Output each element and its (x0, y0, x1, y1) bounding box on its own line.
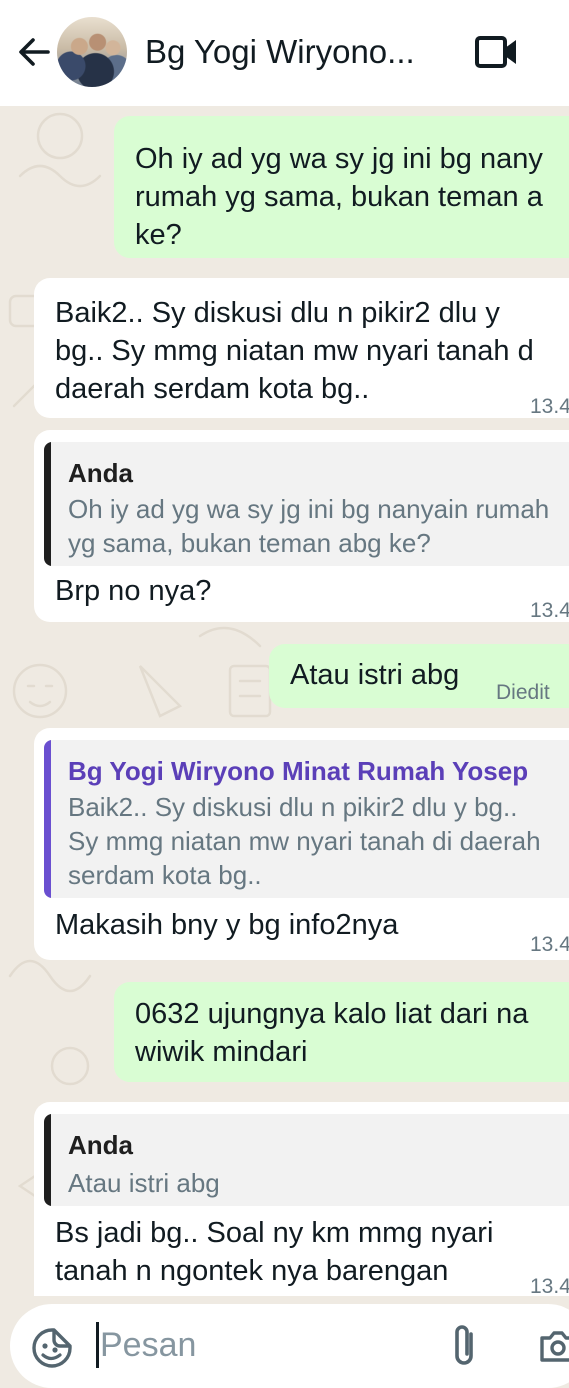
incoming-message[interactable]: Anda Oh iy ad yg wa sy jg ini bg nanyain… (34, 430, 569, 622)
edited-status: Diedit (496, 681, 550, 704)
quote-text: serdam kota bg.. (68, 860, 262, 890)
message-text: Baik2.. Sy diskusi dlu n pikir2 dlu y (55, 297, 500, 329)
quote-author: Anda (68, 458, 133, 488)
video-call-icon[interactable] (474, 34, 520, 70)
message-text: wiwik mindari (135, 1036, 308, 1068)
avatar[interactable] (57, 17, 127, 87)
back-arrow-icon[interactable] (14, 32, 54, 72)
message-text: 0632 ujungnya kalo liat dari na (135, 998, 529, 1030)
message-time: 13.4 (530, 395, 569, 418)
contact-name[interactable]: Bg Yogi Wiryono... (145, 30, 445, 74)
outgoing-message[interactable]: Oh iy ad yg wa sy jg ini bg nany rumah y… (114, 116, 569, 258)
quote-text: Sy mmg niatan mw nyari tanah di daerah (68, 826, 541, 856)
incoming-message[interactable]: Bg Yogi Wiryono Minat Rumah Yosep Baik2.… (34, 728, 569, 960)
incoming-message[interactable]: Baik2.. Sy diskusi dlu n pikir2 dlu y bg… (34, 278, 569, 418)
text-cursor (96, 1322, 99, 1368)
quote-author: Bg Yogi Wiryono Minat Rumah Yosep (68, 756, 529, 786)
message-text: tanah n ngontek nya barengan (55, 1255, 449, 1287)
quoted-reply[interactable]: Bg Yogi Wiryono Minat Rumah Yosep Baik2.… (44, 740, 569, 898)
quote-author: Anda (68, 1130, 133, 1160)
message-time: 13.4 (530, 599, 569, 622)
message-text: bg.. Sy mmg niatan mw nyari tanah d (55, 335, 534, 367)
attach-paperclip-icon[interactable] (447, 1322, 481, 1370)
message-text: Atau istri abg (290, 659, 460, 691)
outgoing-message[interactable]: Atau istri abg Diedit (269, 644, 569, 708)
message-list[interactable]: Oh iy ad yg wa sy jg ini bg nany rumah y… (0, 106, 569, 1306)
message-text: Bs jadi bg.. Soal ny km mmg nyari (55, 1217, 494, 1249)
message-text: Brp no nya? (55, 575, 212, 607)
chat-header: Bg Yogi Wiryono... (0, 0, 569, 106)
quote-text: Atau istri abg (68, 1168, 220, 1198)
message-text: Makasih bny y bg info2nya (55, 909, 399, 941)
sticker-emoji-icon[interactable] (30, 1326, 74, 1370)
message-text: daerah serdam kota bg.. (55, 373, 370, 405)
message-text: Oh iy ad yg wa sy jg ini bg nany (135, 143, 543, 175)
message-text: ke? (135, 219, 182, 251)
quote-bar (44, 1114, 51, 1206)
quote-bar (44, 740, 51, 898)
quote-text: Baik2.. Sy diskusi dlu n pikir2 dlu y bg… (68, 792, 518, 822)
camera-icon[interactable] (538, 1326, 569, 1366)
outgoing-message[interactable]: 0632 ujungnya kalo liat dari na wiwik mi… (114, 982, 569, 1082)
message-input[interactable] (100, 1322, 400, 1368)
message-text: rumah yg sama, bukan teman a (135, 181, 543, 213)
quote-text: yg sama, bukan teman abg ke? (68, 528, 431, 558)
incoming-message[interactable]: Anda Atau istri abg Bs jadi bg.. Soal ny… (34, 1102, 569, 1306)
composer-bar (0, 1296, 569, 1388)
message-time: 13.4 (530, 933, 569, 956)
quote-text: Oh iy ad yg wa sy jg ini bg nanyain ruma… (68, 494, 550, 524)
quote-bar (44, 442, 51, 566)
quoted-reply[interactable]: Anda Oh iy ad yg wa sy jg ini bg nanyain… (44, 442, 569, 566)
message-input-container[interactable] (10, 1304, 569, 1388)
quoted-reply[interactable]: Anda Atau istri abg (44, 1114, 569, 1206)
